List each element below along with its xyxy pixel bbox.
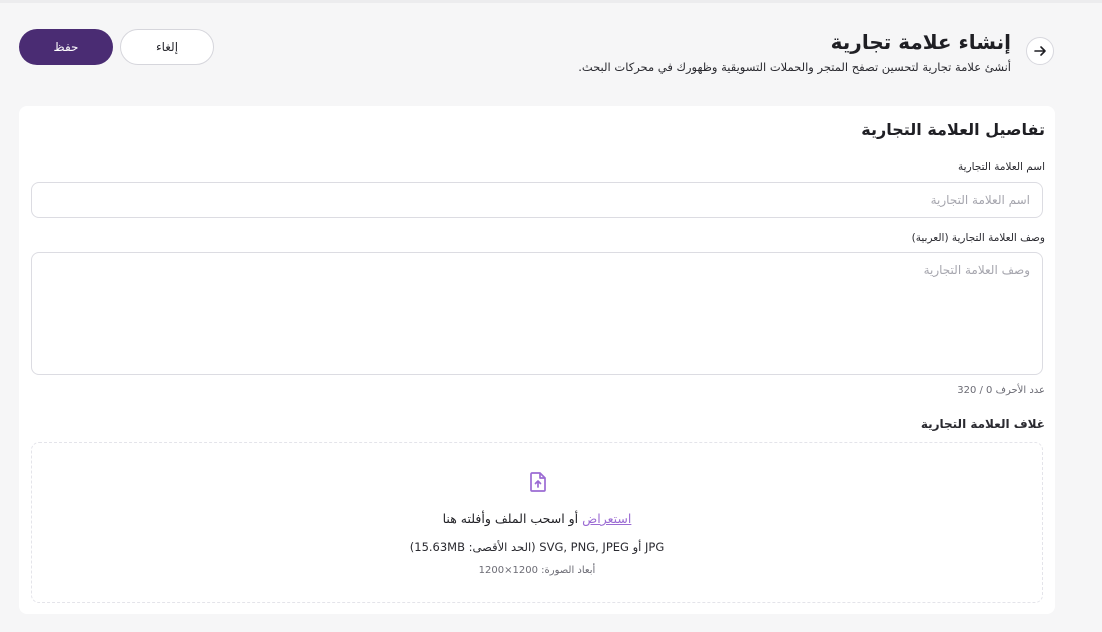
char-counter: عدد الأحرف 0 / 320 (957, 385, 1045, 396)
section-title: تفاصيل العلامة التجارية (861, 120, 1045, 139)
save-button[interactable]: حفظ (19, 29, 113, 65)
file-upload-icon (530, 472, 546, 492)
brand-name-input[interactable] (31, 182, 1043, 218)
brand-details-card: تفاصيل العلامة التجارية اسم العلامة التج… (19, 106, 1055, 614)
back-button[interactable] (1026, 37, 1054, 65)
brand-cover-label: غلاف العلامة التجارية (920, 417, 1045, 431)
dropzone-instruction: استعراض أو اسحب الملف وأفلته هنا (32, 511, 1042, 526)
page-header: إنشاء علامة تجارية أنشئ علامة تجارية لتح… (0, 0, 1102, 100)
brand-description-label: وصف العلامة التجارية (العربية) (911, 232, 1045, 244)
cancel-button[interactable]: إلغاء (120, 29, 214, 65)
page-title: إنشاء علامة تجارية (830, 30, 1011, 54)
browse-link[interactable]: استعراض (582, 511, 631, 526)
brand-description-textarea[interactable] (31, 252, 1043, 375)
arrow-right-icon (1034, 46, 1046, 56)
page-subtitle: أنشئ علامة تجارية لتحسين تصفح المتجر وال… (578, 60, 1011, 74)
cover-dropzone[interactable]: استعراض أو اسحب الملف وأفلته هنا JPG أو … (31, 442, 1043, 603)
image-dimensions-text: أبعاد الصورة: 1200×1200 (478, 565, 596, 576)
file-formats-text: JPG أو SVG, PNG, JPEG (الحد الأقصى: 15.6… (409, 540, 665, 554)
brand-name-label: اسم العلامة التجارية (958, 161, 1045, 173)
drag-drop-text: أو اسحب الملف وأفلته هنا (442, 511, 579, 526)
